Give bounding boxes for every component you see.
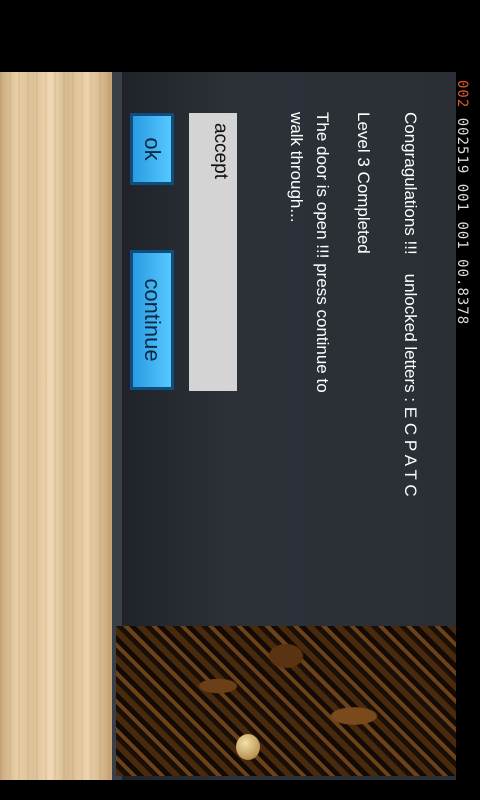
congrats-line: Congragulations !!! unlocked letters : E… — [400, 112, 420, 497]
coin-icon — [236, 734, 260, 760]
level-completed: Level 3 Completed — [354, 112, 373, 254]
answer-input[interactable]: accept — [189, 113, 237, 391]
message-line-2: walk through... — [287, 112, 306, 223]
hud-status: 002 002519 001 001 00.8378 — [454, 80, 470, 325]
ground-terrain — [116, 626, 456, 776]
unlocked-letters: unlocked letters : E C P A T C — [401, 273, 420, 497]
hud-stats: 002519 001 001 00.8378 — [454, 117, 470, 326]
congrats-text: Congragulations !!! — [401, 112, 420, 255]
ok-button[interactable]: ok — [130, 113, 174, 185]
continue-button[interactable]: continue — [130, 250, 174, 390]
message-line-1: The door is open !!! press continue to — [313, 112, 332, 393]
lives-counter: 002 — [454, 80, 470, 109]
wood-panel — [0, 72, 112, 780]
